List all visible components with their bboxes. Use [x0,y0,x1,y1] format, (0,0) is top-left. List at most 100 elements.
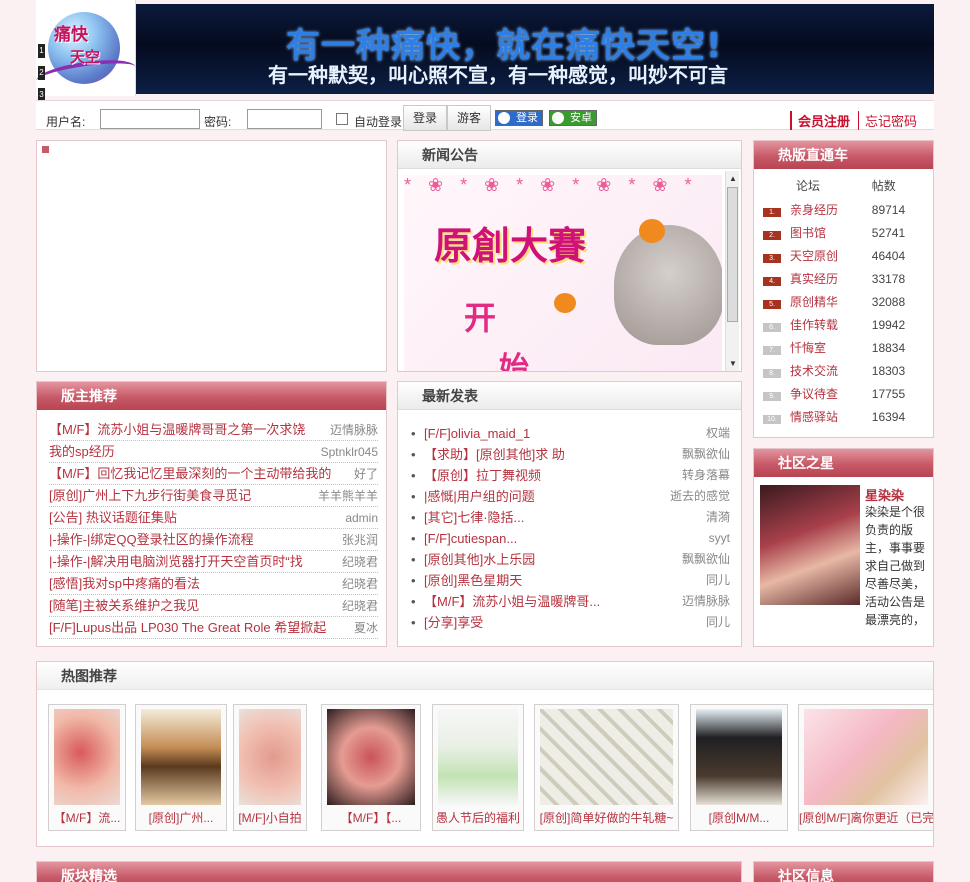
forum-link[interactable]: 佳作转载 [790,318,838,332]
scroll-up-icon[interactable]: ▲ [729,174,737,183]
scroll-down-icon[interactable]: ▼ [729,359,737,368]
post-author[interactable]: 纪晓君 [339,551,378,572]
post-author[interactable]: 好了 [351,463,378,484]
post-link[interactable]: [F/F]Lupus出品 LP030 The Great Role 希望掀起 [49,620,326,635]
hot-image-card[interactable]: 愚人节后的福利 [432,704,524,831]
hot-image[interactable] [141,709,221,805]
hot-forum-row[interactable]: 2. 图书馆 52741 [760,221,926,244]
star-name[interactable]: 星染染 [865,485,904,504]
post-link[interactable]: |-操作-|绑定QQ登录社区的操作流程 [49,532,254,547]
post-link[interactable]: [其它]七律·隐括... [424,510,524,525]
hot-image-caption[interactable]: [M/F]小自拍 [234,808,306,828]
hot-forum-row[interactable]: 6. 佳作转载 19942 [760,313,926,336]
guest-button[interactable]: 游客 [447,105,491,131]
post-author[interactable]: syyt [709,528,730,549]
forum-link[interactable]: 情感驿站 [790,410,838,424]
post-author[interactable]: 飘飘欲仙 [682,549,730,570]
hot-image-caption[interactable]: 【M/F】【... [322,808,420,828]
post-author[interactable]: 清漪 [706,507,730,528]
hot-forum-row[interactable]: 3. 天空原创 46404 [760,244,926,267]
post-author[interactable]: 羊羊熊羊羊 [315,485,378,506]
register-link[interactable]: 会员注册 [790,111,850,130]
hot-forum-row[interactable]: 8. 技术交流 18303 [760,359,926,382]
star-avatar[interactable] [760,485,860,605]
hot-forum-row[interactable]: 4. 真实经历 33178 [760,267,926,290]
forum-link[interactable]: 争议待查 [790,387,838,401]
post-author[interactable]: 夏冰 [351,617,378,638]
post-link[interactable]: [分享]享受 [424,615,483,630]
hot-image-card[interactable]: [原创]广州... [135,704,227,831]
hot-forum-row[interactable]: 10. 情感驿站 16394 [760,405,926,428]
post-author[interactable]: 同儿 [706,612,730,633]
forum-link[interactable]: 忏悔室 [790,341,826,355]
hot-forum-row[interactable]: 5. 原创精华 32088 [760,290,926,313]
post-author[interactable]: 迈情脉脉 [682,591,730,612]
hot-image[interactable] [438,709,518,805]
qq-login-button[interactable]: 登录 [495,110,543,126]
forgot-password-link[interactable]: 忘记密码 [858,111,917,130]
post-link[interactable]: 【求助】[原创其他]求 助 [424,447,565,462]
forum-link[interactable]: 亲身经历 [790,203,838,217]
username-input[interactable] [100,109,200,129]
post-author[interactable]: 张兆润 [339,529,378,550]
hot-forum-row[interactable]: 7. 忏悔室 18834 [760,336,926,359]
hot-image-card[interactable]: [原创]简单好做的牛轧糖~ [534,704,679,831]
forum-link[interactable]: 真实经历 [790,272,838,286]
hot-image[interactable] [696,709,782,805]
hot-image-card[interactable]: 【M/F】流... [48,704,126,831]
post-link[interactable]: [F/F]olivia_maid_1 [424,426,530,441]
hot-image-card[interactable]: [M/F]小自拍 [233,704,307,831]
post-link[interactable]: [原创]黑色星期天 [424,573,522,588]
post-link[interactable]: [原创其他]水上乐园 [424,552,535,567]
post-link[interactable]: [公告] 热议话题征集贴 [49,510,177,525]
hot-image[interactable] [239,709,301,805]
post-author[interactable]: admin [343,507,378,528]
hot-image-card[interactable]: 【M/F】【... [321,704,421,831]
hot-image-caption[interactable]: [原创]简单好做的牛轧糖~ [535,808,678,828]
hot-image-caption[interactable]: 愚人节后的福利 [433,808,523,828]
side-number-2[interactable]: 2 [38,66,45,80]
post-author[interactable]: 纪晓君 [339,573,378,594]
post-author[interactable]: 权端 [706,423,730,444]
post-author[interactable]: 飘飘欲仙 [682,444,730,465]
hot-image-caption[interactable]: [原创M/M... [691,808,787,828]
login-button[interactable]: 登录 [403,105,447,131]
hot-image-caption[interactable]: 【M/F】流... [49,808,125,828]
post-link[interactable]: 【M/F】回忆我记忆里最深刻的一个主动带给我的 [49,466,331,481]
post-author[interactable]: 迈情脉脉 [327,419,378,440]
forum-link[interactable]: 天空原创 [790,249,838,263]
post-link[interactable]: 我的sp经历 [49,444,115,459]
hot-image-caption[interactable]: [原创]广州... [136,808,226,828]
android-button[interactable]: 安卓 [549,110,597,126]
hot-forum-row[interactable]: 1. 亲身经历 89714 [760,198,926,221]
post-link[interactable]: |-操作-|解决用电脑浏览器打开天空首页时“找 [49,554,303,569]
post-link[interactable]: [感悟]我对sp中疼痛的看法 [49,576,200,591]
news-scrollbar[interactable]: ▲ ▼ [725,171,739,371]
post-link[interactable]: [原创]广州上下九步行街美食寻觅记 [49,488,251,503]
hot-image[interactable] [54,709,120,805]
site-logo[interactable]: 痛快 天空 [34,0,138,96]
post-link[interactable]: 【原创】拉丁舞视频 [424,468,541,483]
autologin-checkbox[interactable] [336,113,348,125]
hot-image[interactable] [804,709,928,805]
post-link[interactable]: 【M/F】流苏小姐与温暖牌哥... [424,594,600,609]
post-link[interactable]: [F/F]cutiespan... [424,531,517,546]
post-author[interactable]: 转身落幕 [682,465,730,486]
hot-image-card[interactable]: [原创M/M... [690,704,788,831]
post-link[interactable]: |感慨|用户组的问题 [424,489,535,504]
hot-forum-row[interactable]: 9. 争议待查 17755 [760,382,926,405]
password-input[interactable] [247,109,322,129]
forum-link[interactable]: 技术交流 [790,364,838,378]
hot-image[interactable] [540,709,673,805]
post-author[interactable]: 纪晓君 [339,595,378,616]
post-author[interactable]: 逝去的感觉 [670,486,730,507]
post-link[interactable]: 【M/F】流苏小姐与温暖牌哥哥之第一次求饶 [49,422,305,437]
forum-link[interactable]: 原创精华 [790,295,838,309]
scrollbar-thumb[interactable] [727,187,738,322]
news-poster[interactable]: * ❀ * ❀ * ❀ * ❀ * ❀ * 原創大賽 开 始 [404,175,722,371]
forum-link[interactable]: 图书馆 [790,226,826,240]
post-link[interactable]: [随笔]主被关系维护之我见 [49,598,199,613]
hot-image-card[interactable]: [原创M/F]离你更近（已完 [798,704,934,831]
post-author[interactable]: Sptnklr045 [318,441,378,462]
hot-image[interactable] [327,709,415,805]
